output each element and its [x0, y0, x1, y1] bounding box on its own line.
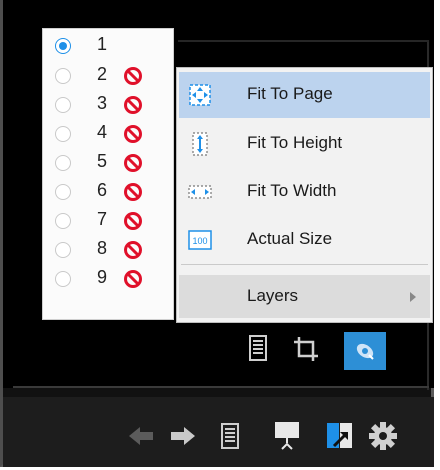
- layer-radio[interactable]: [55, 242, 71, 258]
- settings-gear-icon[interactable]: [368, 421, 398, 451]
- not-allowed-icon: [124, 96, 142, 114]
- layer-radio[interactable]: [55, 38, 71, 54]
- menu-item-fit-to-height[interactable]: Fit To Height: [179, 121, 430, 167]
- fit-to-height-icon: [192, 132, 208, 156]
- arrow-right-icon[interactable]: [170, 425, 196, 447]
- menu-item-label: Fit To Height: [247, 133, 343, 152]
- not-allowed-icon: [124, 125, 142, 143]
- not-allowed-icon: [124, 212, 142, 230]
- menu-item-label: Fit To Page: [247, 84, 333, 103]
- page-list-icon[interactable]: [248, 335, 268, 361]
- layer-label: 9: [97, 267, 108, 287]
- page-edge-bottom: [13, 386, 429, 388]
- view-context-menu: Fit To Page Fit To Height Fit To Width 1…: [176, 67, 433, 323]
- layer-label: 8: [97, 238, 108, 258]
- layer-item-6[interactable]: 6: [43, 178, 173, 207]
- menu-item-label: Actual Size: [247, 229, 333, 248]
- actual-size-icon-text: 100: [192, 236, 207, 246]
- not-allowed-icon: [124, 67, 142, 85]
- document-list-icon[interactable]: [220, 423, 240, 449]
- layer-label: 3: [97, 93, 108, 113]
- layer-item-5[interactable]: 5: [43, 149, 173, 178]
- layer-radio[interactable]: [55, 155, 71, 171]
- arrow-left-icon[interactable]: [128, 425, 154, 447]
- fit-to-width-icon: [188, 185, 212, 199]
- layer-label: 5: [97, 151, 108, 171]
- layer-item-7[interactable]: 7: [43, 207, 173, 236]
- menu-item-layers-submenu[interactable]: Layers: [179, 275, 430, 318]
- not-allowed-icon: [124, 270, 142, 288]
- layer-item-8[interactable]: 8: [43, 236, 173, 265]
- layer-item-9[interactable]: 9: [43, 265, 173, 294]
- not-allowed-icon: [124, 183, 142, 201]
- menu-item-fit-to-page[interactable]: Fit To Page: [179, 72, 430, 118]
- menu-item-label: Fit To Width: [247, 181, 337, 200]
- layer-radio[interactable]: [55, 126, 71, 142]
- page-edge-top: [178, 40, 429, 42]
- layers-list: 1 2 3 4 5 6 7 8 9: [42, 28, 174, 320]
- menu-item-fit-to-width[interactable]: Fit To Width: [179, 169, 430, 215]
- layer-radio[interactable]: [55, 271, 71, 287]
- layer-label: 2: [97, 64, 108, 84]
- layer-radio[interactable]: [55, 68, 71, 84]
- layer-radio[interactable]: [55, 184, 71, 200]
- submenu-arrow-icon: [410, 292, 416, 302]
- layer-item-3[interactable]: 3: [43, 91, 173, 120]
- fit-to-page-icon: [189, 84, 211, 106]
- menu-item-label: Layers: [247, 286, 299, 305]
- menu-item-actual-size[interactable]: 100 Actual Size: [179, 217, 430, 263]
- layer-label: 7: [97, 209, 108, 229]
- export-icon[interactable]: [326, 420, 354, 450]
- not-allowed-icon: [124, 154, 142, 172]
- actual-size-icon: 100: [188, 230, 212, 250]
- layer-item-4[interactable]: 4: [43, 120, 173, 149]
- presentation-icon[interactable]: [274, 421, 300, 451]
- layer-label: 6: [97, 180, 108, 200]
- layer-item-2[interactable]: 2: [43, 62, 173, 91]
- layer-label: 4: [97, 122, 108, 142]
- layer-label: 1: [97, 34, 108, 54]
- crop-icon[interactable]: [292, 335, 320, 363]
- layer-radio[interactable]: [55, 213, 71, 229]
- menu-separator: [181, 264, 428, 265]
- layer-item-1[interactable]: 1: [43, 32, 173, 61]
- layer-radio[interactable]: [55, 97, 71, 113]
- layers-button-active[interactable]: [344, 332, 386, 370]
- not-allowed-icon: [124, 241, 142, 259]
- layers-eye-icon: [356, 343, 374, 360]
